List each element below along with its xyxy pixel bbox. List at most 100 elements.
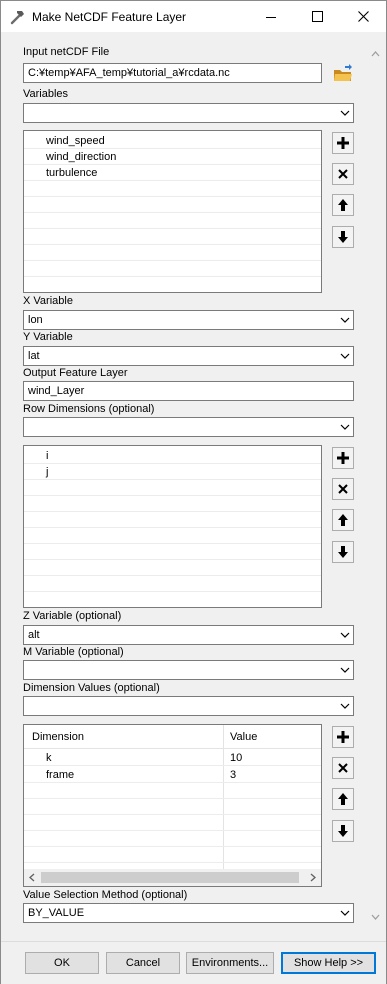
m-variable-label: M Variable (optional)	[23, 646, 124, 658]
list-item[interactable]: turbulence	[24, 165, 321, 181]
minimize-icon	[266, 16, 276, 18]
list-item[interactable]: j	[24, 464, 321, 480]
list-row-empty	[24, 496, 321, 512]
chevron-down-icon	[340, 632, 350, 638]
arrow-down-icon	[338, 825, 348, 837]
list-row-empty	[24, 480, 321, 496]
variables-list[interactable]: wind_speed wind_direction turbulence	[23, 130, 322, 293]
dimension-values-up-button[interactable]	[332, 788, 354, 810]
list-row-empty	[24, 544, 321, 560]
y-variable-label: Y Variable	[23, 331, 73, 343]
table-row[interactable]: k 10	[24, 750, 321, 766]
folder-icon	[334, 64, 352, 81]
row-dimensions-add-button[interactable]	[332, 447, 354, 469]
table-row-empty	[24, 831, 321, 847]
scroll-down-icon[interactable]	[371, 914, 380, 921]
output-layer-field[interactable]: wind_Layer	[23, 381, 354, 401]
dimension-values-table[interactable]: Dimension Value k 10 frame 3	[23, 724, 322, 887]
dimension-values-down-button[interactable]	[332, 820, 354, 842]
horizontal-scrollbar[interactable]	[24, 869, 321, 886]
scroll-left-icon[interactable]	[28, 873, 35, 882]
browse-button[interactable]	[332, 63, 354, 85]
variables-add-button[interactable]	[332, 132, 354, 154]
z-variable-label: Z Variable (optional)	[23, 610, 122, 622]
close-icon	[357, 11, 369, 22]
x-variable-combo[interactable]: lon	[23, 310, 354, 330]
row-dimensions-list[interactable]: i j	[23, 445, 322, 608]
plus-icon	[337, 137, 349, 149]
chevron-down-icon	[340, 910, 350, 916]
column-header-dimension[interactable]: Dimension	[32, 731, 84, 747]
hammer-icon	[10, 11, 24, 25]
arrow-down-icon	[338, 231, 348, 243]
table-row-empty	[24, 847, 321, 863]
row-dimensions-up-button[interactable]	[332, 509, 354, 531]
table-row-empty	[24, 799, 321, 815]
form-area: Input netCDF File C:¥temp¥AFA_temp¥tutor…	[1, 32, 386, 941]
vertical-scrollbar[interactable]	[367, 46, 384, 941]
list-row-empty	[24, 197, 321, 213]
column-header-value[interactable]: Value	[230, 731, 257, 747]
list-row-empty	[24, 277, 321, 292]
arrow-up-icon	[338, 199, 348, 211]
ok-button[interactable]: OK	[25, 952, 99, 974]
list-row-empty	[24, 229, 321, 245]
show-help-button[interactable]: Show Help >>	[281, 952, 376, 974]
output-layer-label: Output Feature Layer	[23, 367, 128, 379]
arrow-up-icon	[338, 793, 348, 805]
close-button[interactable]	[340, 1, 386, 32]
scroll-right-icon[interactable]	[310, 873, 317, 882]
dimension-values-combo[interactable]	[23, 696, 354, 716]
input-file-field[interactable]: C:¥temp¥AFA_temp¥tutorial_a¥rcdata.nc	[23, 63, 322, 83]
dimension-values-label: Dimension Values (optional)	[23, 682, 160, 694]
y-variable-combo[interactable]: lat	[23, 346, 354, 366]
list-row-empty	[24, 528, 321, 544]
x-icon	[338, 169, 348, 179]
table-row-empty	[24, 815, 321, 831]
z-variable-combo[interactable]: alt	[23, 625, 354, 645]
dialog-window: Make NetCDF Feature Layer Input netCDF F…	[0, 0, 387, 984]
value-selection-combo[interactable]: BY_VALUE	[23, 903, 354, 923]
list-row-empty	[24, 261, 321, 277]
input-file-label: Input netCDF File	[23, 46, 110, 58]
minimize-button[interactable]	[248, 1, 294, 32]
dimension-values-add-button[interactable]	[332, 726, 354, 748]
scroll-thumb[interactable]	[41, 872, 299, 883]
x-icon	[338, 763, 348, 773]
button-bar: OK Cancel Environments... Show Help >>	[1, 941, 386, 984]
dimension-values-remove-button[interactable]	[332, 757, 354, 779]
x-variable-label: X Variable	[23, 295, 73, 307]
title-bar[interactable]: Make NetCDF Feature Layer	[1, 1, 386, 32]
chevron-down-icon	[340, 110, 350, 116]
variables-up-button[interactable]	[332, 194, 354, 216]
list-row-empty	[24, 512, 321, 528]
m-variable-combo[interactable]	[23, 660, 354, 680]
scroll-up-icon[interactable]	[371, 50, 380, 57]
arrow-up-icon	[338, 514, 348, 526]
plus-icon	[337, 731, 349, 743]
list-row-empty	[24, 592, 321, 607]
row-dimensions-down-button[interactable]	[332, 541, 354, 563]
value-selection-label: Value Selection Method (optional)	[23, 889, 188, 901]
x-icon	[338, 484, 348, 494]
row-dimensions-remove-button[interactable]	[332, 478, 354, 500]
variables-combo[interactable]	[23, 103, 354, 123]
variables-remove-button[interactable]	[332, 163, 354, 185]
cancel-button[interactable]: Cancel	[106, 952, 180, 974]
list-item[interactable]: wind_speed	[24, 133, 321, 149]
chevron-down-icon	[340, 424, 350, 430]
variables-down-button[interactable]	[332, 226, 354, 248]
maximize-button[interactable]	[294, 1, 340, 32]
list-row-empty	[24, 560, 321, 576]
input-file-value: C:¥temp¥AFA_temp¥tutorial_a¥rcdata.nc	[28, 67, 230, 79]
list-row-empty	[24, 576, 321, 592]
row-dimensions-label: Row Dimensions (optional)	[23, 403, 155, 415]
list-row-empty	[24, 181, 321, 197]
table-row[interactable]: frame 3	[24, 767, 321, 783]
list-item[interactable]: wind_direction	[24, 149, 321, 165]
variables-label: Variables	[23, 88, 69, 100]
row-dimensions-combo[interactable]	[23, 417, 354, 437]
list-item[interactable]: i	[24, 448, 321, 464]
list-row-empty	[24, 213, 321, 229]
environments-button[interactable]: Environments...	[186, 952, 274, 974]
